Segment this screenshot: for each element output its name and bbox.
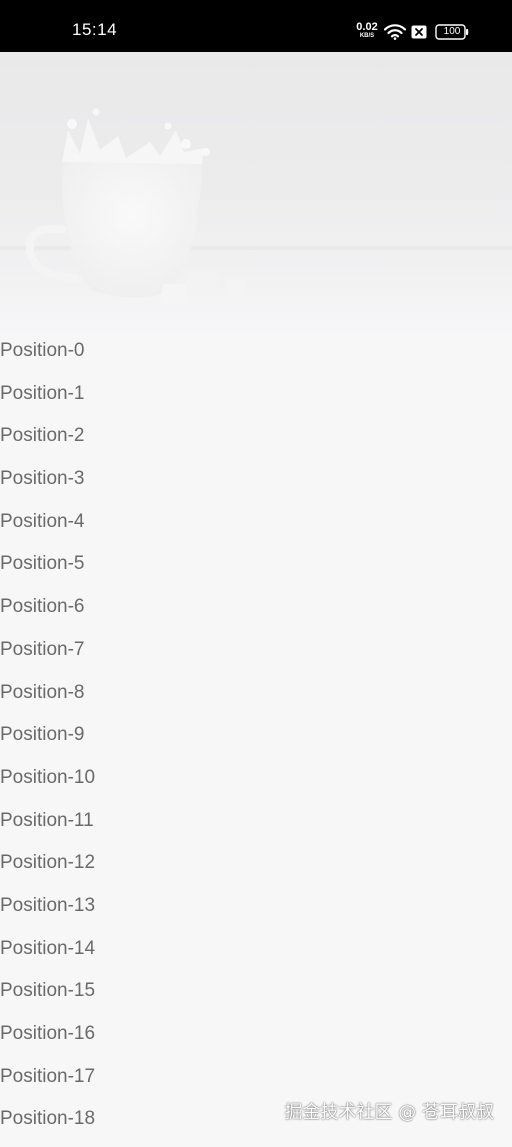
watermark: 掘金技术社区 @ 苍耳叔叔 bbox=[284, 1102, 494, 1123]
status-time: 15:14 bbox=[72, 20, 118, 39]
list-item[interactable]: Position-15 bbox=[0, 976, 512, 1019]
network-speed-value: 0.02 bbox=[356, 21, 378, 33]
list-item[interactable]: Position-6 bbox=[0, 592, 512, 635]
status-bar: 15:14 0.02 KB/S 100 bbox=[0, 0, 512, 52]
list-item[interactable]: Position-2 bbox=[0, 421, 512, 464]
list-item[interactable]: Position-10 bbox=[0, 763, 512, 806]
network-speed-indicator: 0.02 KB/S bbox=[353, 21, 381, 40]
sim-icon bbox=[411, 25, 427, 39]
list-item[interactable]: Position-3 bbox=[0, 464, 512, 507]
list-item[interactable]: Position-14 bbox=[0, 934, 512, 977]
position-list[interactable]: Position-0 Position-1 Position-2 Positio… bbox=[0, 336, 512, 1147]
list-item[interactable]: Position-8 bbox=[0, 678, 512, 721]
list-item[interactable]: Position-12 bbox=[0, 848, 512, 891]
milk-splash-cup-image bbox=[0, 52, 512, 338]
list-item[interactable]: Position-9 bbox=[0, 720, 512, 763]
network-speed-unit: KB/S bbox=[359, 33, 375, 39]
list-item[interactable]: Position-4 bbox=[0, 507, 512, 550]
list-item[interactable]: Position-1 bbox=[0, 379, 512, 422]
list-item[interactable]: Position-5 bbox=[0, 549, 512, 592]
list-item[interactable]: Position-13 bbox=[0, 891, 512, 934]
header-image bbox=[0, 52, 512, 338]
list-item[interactable]: Position-7 bbox=[0, 635, 512, 678]
list-item[interactable]: Position-0 bbox=[0, 336, 512, 379]
wifi-icon bbox=[384, 24, 406, 40]
list-item[interactable]: Position-11 bbox=[0, 806, 512, 849]
list-item[interactable]: Position-16 bbox=[0, 1019, 512, 1062]
battery-level: 100 bbox=[443, 26, 461, 37]
